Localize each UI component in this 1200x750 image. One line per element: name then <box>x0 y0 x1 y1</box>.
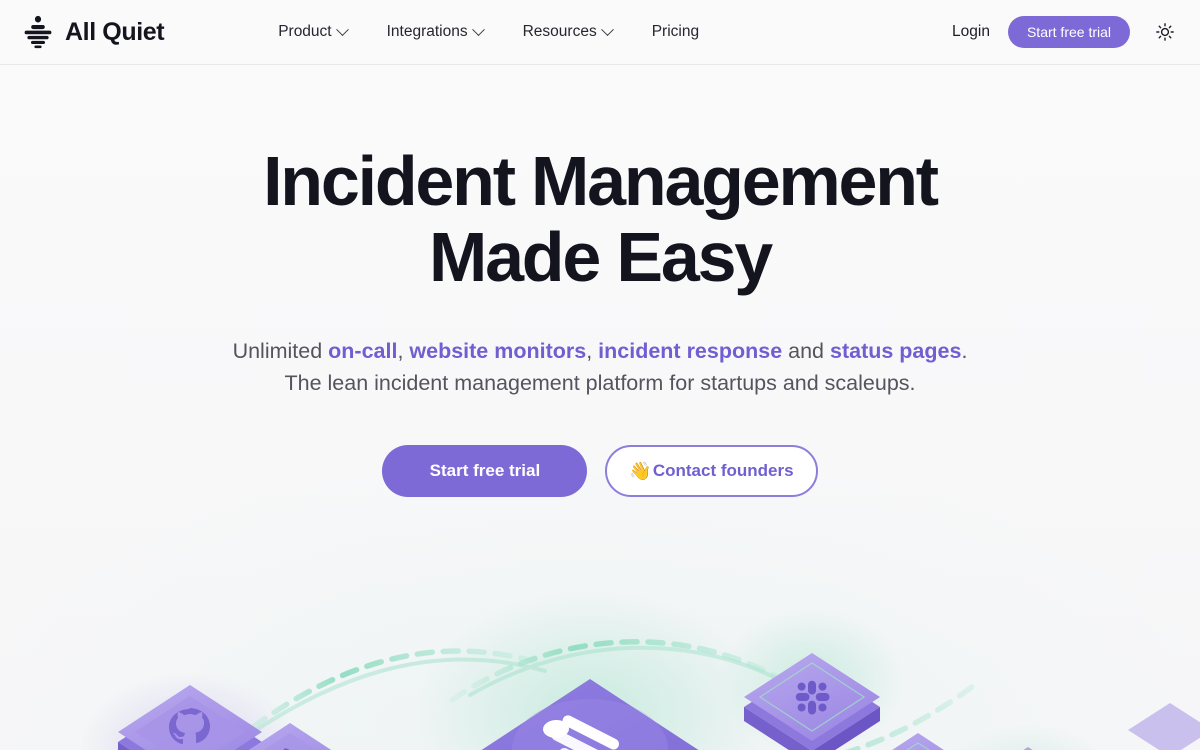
sub-suffix: . <box>961 339 968 363</box>
hero-cta-row: Start free trial 👋 Contact founders <box>0 445 1200 497</box>
center-glow <box>415 590 765 750</box>
sub-highlight-on-call: on-call <box>328 339 398 363</box>
slack-glow <box>717 608 907 750</box>
sun-icon <box>1156 23 1174 41</box>
hero-content: Incident Management Made Easy Unlimited … <box>0 65 1200 497</box>
hero-subtitle: Unlimited on-call, website monitors, inc… <box>0 335 1200 399</box>
header-start-free-trial-button[interactable]: Start free trial <box>1007 16 1130 48</box>
chevron-down-icon <box>471 22 485 36</box>
sub-highlight-incident-response: incident response <box>598 339 783 363</box>
aws-logo-icon: aws <box>276 744 313 750</box>
nav-item-resources[interactable]: Resources <box>521 17 614 47</box>
theme-toggle-button[interactable] <box>1148 15 1182 49</box>
waving-hand-icon: 👋 <box>629 461 652 481</box>
all-quiet-mark-icon <box>543 715 623 750</box>
contact-founders-label: Contact founders <box>652 461 794 480</box>
nav-label-product: Product <box>278 23 332 40</box>
integrations-illustration: aws <box>0 495 1200 750</box>
sub-highlight-status-pages: status pages <box>830 339 962 363</box>
hero-start-free-trial-button[interactable]: Start free trial <box>382 445 588 497</box>
nav-item-product[interactable]: Product <box>276 17 349 47</box>
allquiet-tile <box>481 679 699 750</box>
page-title: Incident Management Made Easy <box>190 143 1010 295</box>
header-actions: Login Start free trial <box>952 15 1182 49</box>
connector-curves <box>229 639 983 750</box>
headline-line-1: Incident Management <box>263 142 939 220</box>
nav-label-pricing: Pricing <box>651 23 700 40</box>
slack-logo-icon <box>795 680 830 715</box>
chevron-down-icon <box>335 22 349 36</box>
brand-name: All Quiet <box>65 17 165 46</box>
svg-text:aws: aws <box>276 744 313 750</box>
hero-contact-founders-button[interactable]: 👋 Contact founders <box>605 445 818 497</box>
sub-sep-2: , <box>586 339 599 363</box>
sub-sep-1: , <box>397 339 410 363</box>
headline-line-2: Made Easy <box>428 218 773 296</box>
phone-tile <box>892 733 944 750</box>
github-tile <box>118 685 262 750</box>
brand-home-link[interactable]: All Quiet <box>22 15 165 49</box>
hero-section: Incident Management Made Easy Unlimited … <box>0 65 1200 750</box>
sub-prefix: Unlimited <box>232 339 329 363</box>
github-glow <box>80 672 300 750</box>
sub-highlight-website-monitors: website monitors <box>409 339 587 363</box>
discord-glow <box>955 725 1101 750</box>
nav-item-integrations[interactable]: Integrations <box>385 17 485 47</box>
nav-label-integrations: Integrations <box>386 23 468 40</box>
login-link[interactable]: Login <box>952 23 990 41</box>
hero-subtitle-line-2: The lean incident management platform fo… <box>284 371 916 395</box>
slack-tile <box>744 653 880 750</box>
nav-item-pricing[interactable]: Pricing <box>650 17 701 47</box>
aws-tile: aws <box>248 723 332 750</box>
site-header: All Quiet Product Integrations Resources… <box>0 0 1200 65</box>
chevron-down-icon <box>600 22 614 36</box>
github-octocat-icon <box>169 708 210 744</box>
nav-label-resources: Resources <box>522 23 597 40</box>
sub-mid: and <box>782 339 830 363</box>
connector-curves-soft <box>238 645 808 743</box>
all-quiet-logo-icon <box>24 15 52 49</box>
edge-tile-right <box>1128 703 1200 750</box>
main-nav: Product Integrations Resources Pricing <box>276 17 701 47</box>
